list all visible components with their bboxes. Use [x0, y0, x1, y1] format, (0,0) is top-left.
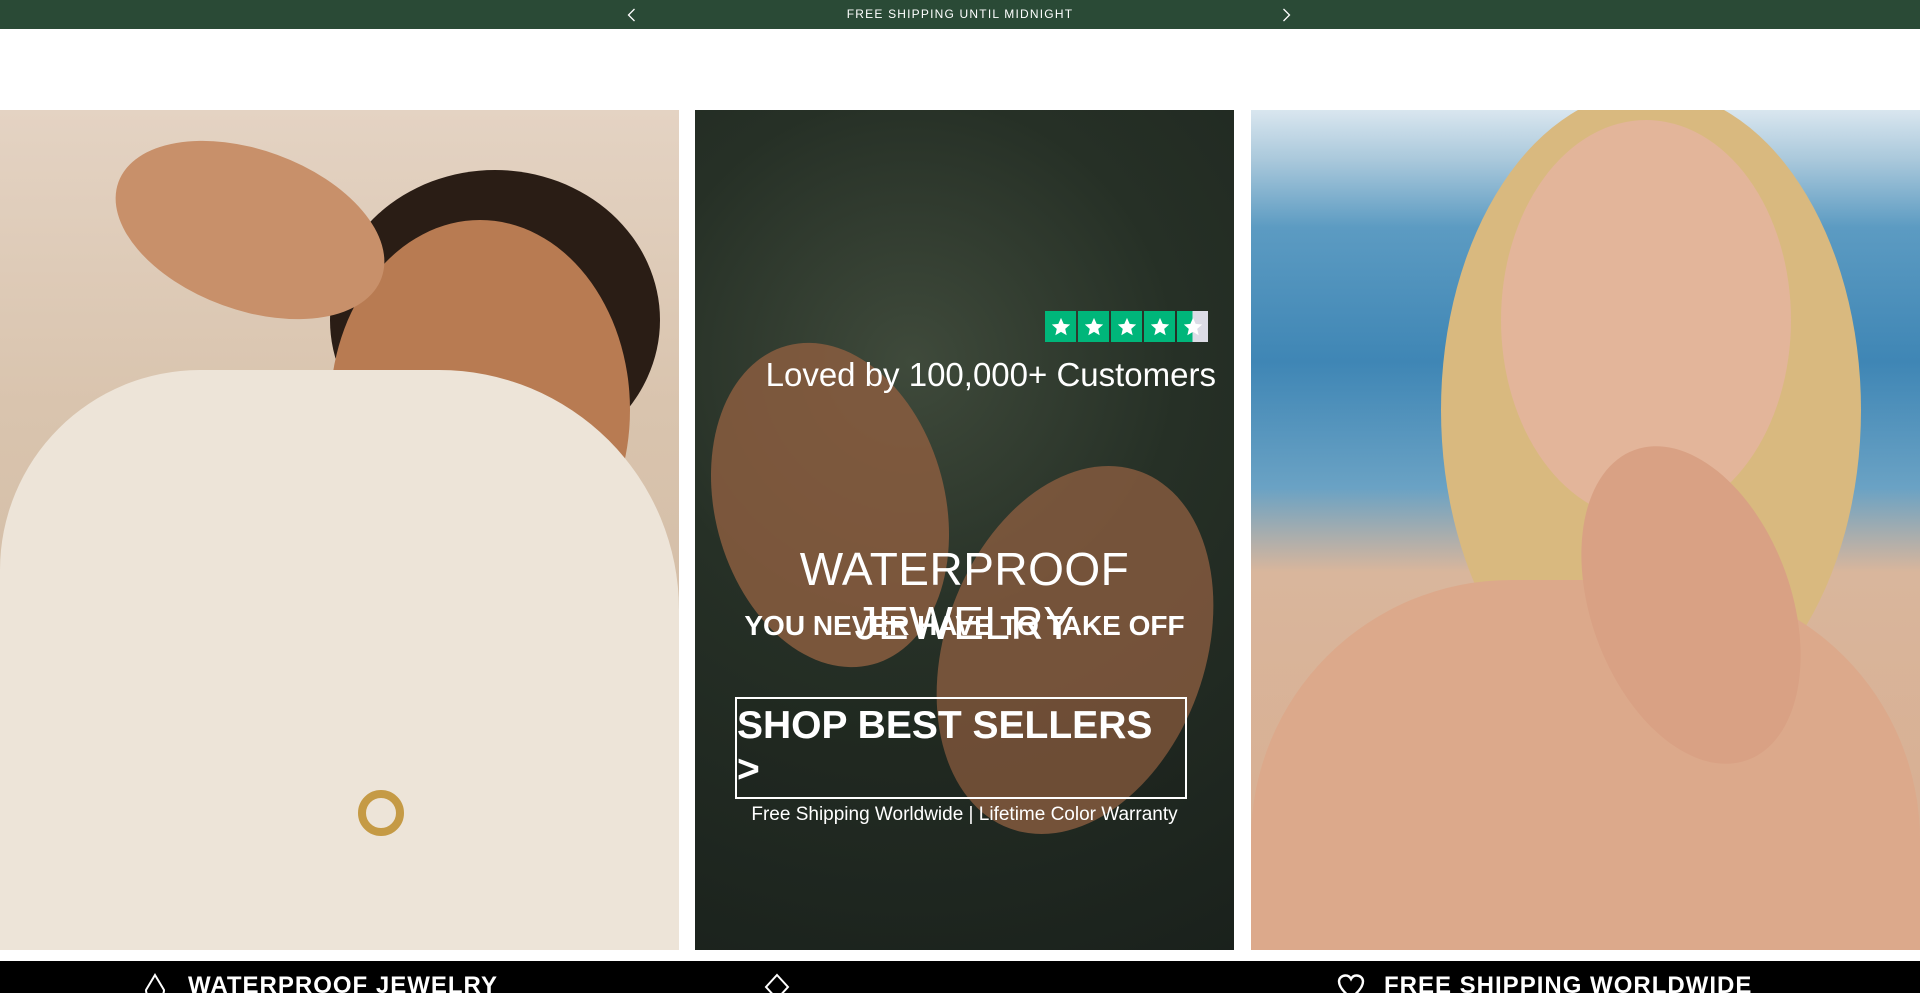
sweater-shape — [0, 370, 679, 950]
shoulders-shape — [1251, 580, 1920, 950]
star-icon — [1111, 311, 1142, 342]
drop-icon — [140, 972, 170, 993]
shop-best-sellers-button[interactable]: SHOP BEST SELLERS > — [735, 697, 1187, 799]
heart-icon — [1336, 972, 1366, 993]
customer-count-text: Loved by 100,000+ Customers — [765, 356, 1216, 393]
shipping-warranty-text: Free Shipping Worldwide | Lifetime Color… — [751, 804, 1178, 825]
half-star-icon — [1177, 311, 1208, 342]
chevron-right-icon[interactable] — [1276, 5, 1296, 25]
benefit-item: FREE SHIPPING WORLDWIDE — [1336, 972, 1752, 993]
hero-promo-panel: Loved by 100,000+ Customers WATERPROOF J… — [695, 110, 1234, 950]
star-icon — [1078, 311, 1109, 342]
announcement-text: FREE SHIPPING UNTIL MIDNIGHT — [846, 7, 1074, 21]
announcement-bar: FREE SHIPPING UNTIL MIDNIGHT — [0, 0, 1920, 29]
star-icon — [1045, 311, 1076, 342]
star-icon — [1144, 311, 1175, 342]
benefits-strip: WATERPROOF JEWELRY FREE SHIPPING WORLDWI… — [0, 961, 1920, 993]
diamond-icon — [762, 972, 792, 993]
benefit-label: FREE SHIPPING WORLDWIDE — [1384, 972, 1753, 993]
hero-subheadline: YOU NEVER HAVE TO TAKE OFF — [744, 610, 1185, 641]
benefit-item — [762, 972, 810, 993]
benefit-item: WATERPROOF JEWELRY — [140, 972, 498, 993]
hero-image-right[interactable] — [1251, 110, 1920, 950]
benefit-label: WATERPROOF JEWELRY — [188, 972, 499, 993]
spiral-pendant-shape — [358, 790, 404, 836]
trustpilot-stars-icon — [1045, 311, 1208, 342]
hero-image-left[interactable] — [0, 110, 679, 950]
